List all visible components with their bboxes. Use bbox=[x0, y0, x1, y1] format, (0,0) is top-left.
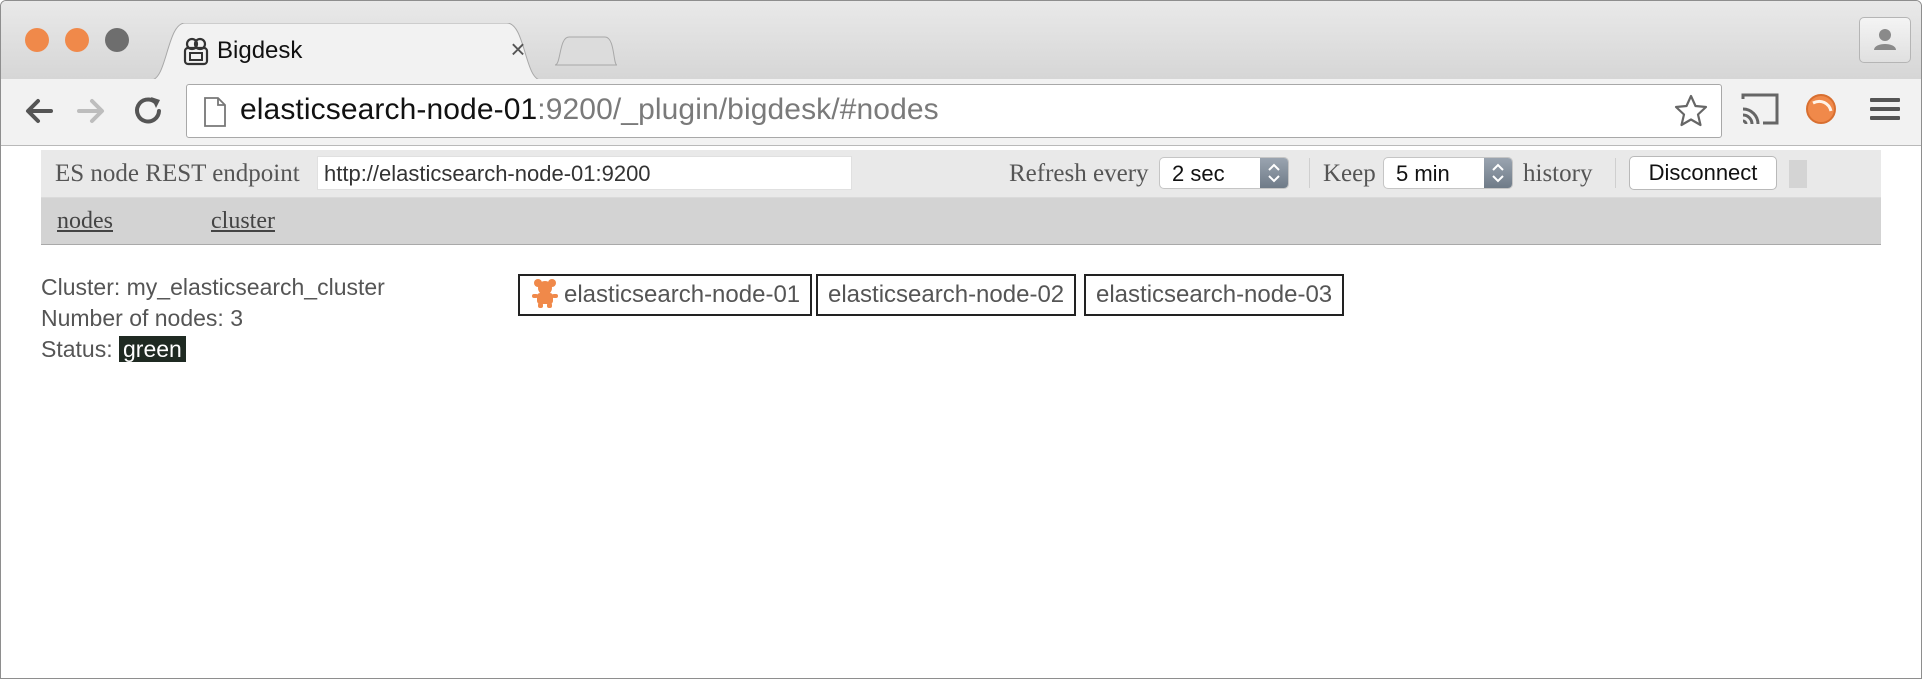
refresh-select[interactable]: 2 sec bbox=[1159, 157, 1289, 189]
page-icon bbox=[204, 97, 226, 127]
node-name: elasticsearch-node-03 bbox=[1096, 281, 1333, 308]
browser-toolbar: elasticsearch-node-01:9200/_plugin/bigde… bbox=[1, 79, 1921, 146]
reload-icon[interactable] bbox=[129, 91, 169, 131]
cluster-name: Cluster: my_elasticsearch_cluster bbox=[41, 274, 385, 300]
url-path: :9200/_plugin/bigdesk/#nodes bbox=[537, 93, 939, 126]
page-content: ES node REST endpoint http://elasticsear… bbox=[1, 146, 1921, 678]
status-badge: green bbox=[119, 336, 186, 362]
node-button-01[interactable]: elasticsearch-node-01 bbox=[518, 274, 813, 316]
close-window-button[interactable] bbox=[25, 28, 49, 52]
url-text: elasticsearch-node-01:9200/_plugin/bigde… bbox=[240, 93, 939, 127]
cast-icon[interactable] bbox=[1739, 89, 1781, 129]
url-host: elasticsearch-node-01 bbox=[240, 93, 538, 126]
back-arrow-icon[interactable] bbox=[19, 91, 59, 131]
tab-title: Bigdesk bbox=[217, 37, 303, 64]
refresh-value: 2 sec bbox=[1172, 161, 1225, 186]
keep-label: Keep bbox=[1323, 160, 1376, 187]
node-button-02[interactable]: elasticsearch-node-02 bbox=[816, 274, 1077, 316]
node-button-03[interactable]: elasticsearch-node-03 bbox=[1084, 274, 1345, 316]
connection-indicator bbox=[1789, 160, 1807, 188]
refresh-label: Refresh every bbox=[1009, 160, 1149, 187]
keep-value: 5 min bbox=[1396, 161, 1450, 186]
select-arrows-icon bbox=[1484, 158, 1512, 188]
minimize-window-button[interactable] bbox=[65, 28, 89, 52]
node-name: elasticsearch-node-01 bbox=[564, 281, 801, 308]
main-nav: nodes cluster bbox=[41, 198, 1881, 245]
config-bar: ES node REST endpoint http://elasticsear… bbox=[41, 150, 1881, 198]
node-count: Number of nodes: 3 bbox=[41, 305, 244, 331]
divider bbox=[1615, 158, 1616, 188]
profile-button[interactable] bbox=[1859, 17, 1911, 63]
status-label: Status: bbox=[41, 336, 113, 362]
nav-link-cluster[interactable]: cluster bbox=[211, 208, 275, 235]
new-tab-button[interactable] bbox=[553, 35, 619, 67]
cluster-summary: Cluster: my_elasticsearch_cluster Number… bbox=[41, 272, 385, 365]
nav-link-nodes[interactable]: nodes bbox=[57, 208, 113, 235]
profile-icon bbox=[1874, 29, 1896, 50]
maximize-window-button[interactable] bbox=[105, 28, 129, 52]
title-bar: Bigdesk × bbox=[1, 1, 1921, 81]
divider bbox=[1309, 158, 1310, 188]
cluster-status: Status: green bbox=[41, 334, 385, 365]
star-icon[interactable] bbox=[1673, 93, 1709, 129]
address-bar[interactable]: elasticsearch-node-01:9200/_plugin/bigde… bbox=[186, 84, 1722, 138]
history-label: history bbox=[1523, 160, 1593, 187]
endpoint-label: ES node REST endpoint bbox=[55, 160, 300, 187]
endpoint-input[interactable]: http://elasticsearch-node-01:9200 bbox=[317, 156, 852, 190]
menu-icon[interactable] bbox=[1867, 89, 1903, 129]
node-name: elasticsearch-node-02 bbox=[828, 281, 1065, 308]
disconnect-button[interactable]: Disconnect bbox=[1629, 156, 1777, 190]
master-node-icon bbox=[532, 278, 558, 308]
extension-icon[interactable] bbox=[1803, 89, 1839, 129]
tab-close-icon[interactable]: × bbox=[505, 34, 531, 65]
select-arrows-icon bbox=[1260, 158, 1288, 188]
keep-select[interactable]: 5 min bbox=[1383, 157, 1513, 189]
tab-bigdesk[interactable]: Bigdesk × bbox=[151, 23, 541, 81]
browser-window: Bigdesk × elasticsearch-node-01:9200/_pl… bbox=[0, 0, 1922, 679]
forward-arrow-icon[interactable] bbox=[71, 91, 111, 131]
bigdesk-favicon-icon bbox=[183, 37, 209, 66]
